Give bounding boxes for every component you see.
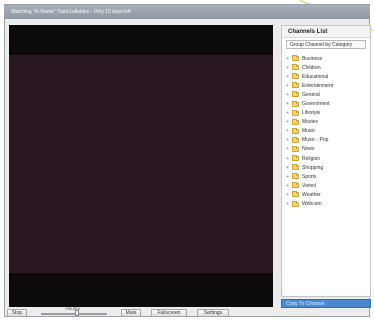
folder-icon <box>292 136 299 143</box>
category-label: Government <box>302 101 330 108</box>
category-item[interactable]: + Sports <box>286 172 370 181</box>
channel-search-bar[interactable]: Copy To Channel <box>281 299 371 308</box>
group-by-dropdown[interactable]: Group Channel by Category <box>286 40 366 49</box>
player-window: Watching "In Name" Trust Lullabies - Onl… <box>4 4 371 318</box>
category-item[interactable]: + Lifestyle <box>286 109 370 118</box>
settings-button[interactable]: Settings <box>197 309 229 317</box>
folder-icon <box>292 182 299 189</box>
category-item[interactable]: + Shopping <box>286 163 370 172</box>
category-label: Webcam <box>302 201 322 208</box>
folder-icon <box>292 200 299 207</box>
folder-icon <box>292 82 299 89</box>
mute-button[interactable]: Mute <box>121 309 141 317</box>
category-label: Educational <box>302 73 329 80</box>
category-label: Movies <box>302 119 318 126</box>
folder-icon <box>292 145 299 152</box>
folder-icon <box>292 91 299 98</box>
folder-icon <box>292 109 299 116</box>
category-item[interactable]: + Government <box>286 99 370 108</box>
video-area[interactable] <box>9 25 273 307</box>
category-item[interactable]: + Movies <box>286 118 370 127</box>
fullscreen-button[interactable]: Fullscreen <box>151 309 187 317</box>
window-title: Watching "In Name" Trust Lullabies - Onl… <box>5 5 369 19</box>
category-item[interactable]: + Weather <box>286 190 370 199</box>
folder-icon <box>292 73 299 80</box>
category-label: General <box>302 91 320 98</box>
folder-icon <box>292 191 299 198</box>
category-label: Weather <box>302 191 321 198</box>
category-item[interactable]: + General <box>286 90 370 99</box>
category-item[interactable]: + Music - Pop <box>286 136 370 145</box>
category-label: Sports <box>302 173 317 180</box>
channels-panel: Channels List Group Channel by Category … <box>281 25 371 297</box>
category-item[interactable]: + Educational <box>286 72 370 81</box>
volume-thumb[interactable] <box>75 310 80 316</box>
category-label: Business <box>302 55 323 62</box>
category-label: Lifestyle <box>302 110 321 117</box>
category-label: Children <box>302 64 321 71</box>
category-item[interactable]: + Children <box>286 63 370 72</box>
folder-icon <box>292 55 299 62</box>
stop-button[interactable]: Stop <box>7 309 27 317</box>
channels-panel-title: Channels List <box>282 26 370 38</box>
folder-icon <box>292 173 299 180</box>
category-item[interactable]: + Religion <box>286 154 370 163</box>
category-label: Shopping <box>302 164 324 171</box>
category-label: Entertainment <box>302 82 334 89</box>
category-item[interactable]: + Music <box>286 127 370 136</box>
video-content <box>9 55 273 273</box>
folder-icon <box>292 100 299 107</box>
category-tree: + Business + Children + Educational + Entertain… <box>282 51 370 209</box>
folder-icon <box>292 127 299 134</box>
folder-icon <box>292 64 299 71</box>
category-item[interactable]: + Entertainment <box>286 81 370 90</box>
folder-icon <box>292 118 299 125</box>
volume-slider[interactable] <box>41 313 107 315</box>
category-label: News <box>302 146 315 153</box>
folder-icon <box>292 155 299 162</box>
category-item[interactable]: + Business <box>286 54 370 63</box>
category-item[interactable]: + Webcam <box>286 200 370 209</box>
category-label: Music - Pop <box>302 137 329 144</box>
category-label: Religion <box>302 155 321 162</box>
category-label: Varied <box>302 182 317 189</box>
category-item[interactable]: + News <box>286 145 370 154</box>
volume-control: Volume <box>35 306 113 317</box>
category-item[interactable]: + Varied <box>286 181 370 190</box>
playback-controls: Stop Volume Mute Fullscreen Settings <box>5 306 369 318</box>
category-label: Music <box>302 128 316 135</box>
folder-icon <box>292 164 299 171</box>
